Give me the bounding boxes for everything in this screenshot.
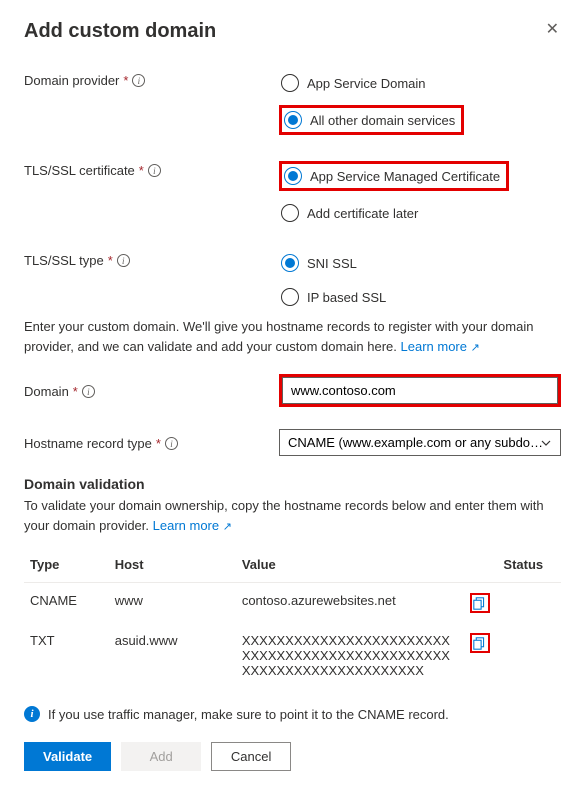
th-status: Status	[497, 547, 561, 583]
hostname-record-type-label: Hostname record type* i	[24, 434, 279, 451]
info-icon[interactable]: i	[165, 437, 178, 450]
copy-icon	[473, 637, 486, 650]
info-icon[interactable]: i	[82, 385, 95, 398]
info-note: If you use traffic manager, make sure to…	[48, 707, 449, 722]
radio-unchecked-icon	[281, 74, 299, 92]
radio-ip-ssl[interactable]: IP based SSL	[279, 285, 392, 309]
table-row: TXT asuid.www XXXXXXXXXXXXXXXXXXXXXXXXXX…	[24, 623, 561, 688]
domain-label: Domain* i	[24, 382, 279, 399]
domain-provider-label: Domain provider* i	[24, 71, 279, 88]
radio-other-domain-services[interactable]: All other domain services	[279, 105, 464, 135]
learn-more-link[interactable]: Learn more ↗	[401, 339, 480, 354]
radio-unchecked-icon	[281, 288, 299, 306]
close-button[interactable]: ✕	[544, 20, 561, 40]
radio-checked-icon	[281, 254, 299, 272]
radio-unchecked-icon	[281, 204, 299, 222]
validation-description: To validate your domain ownership, copy …	[24, 496, 561, 535]
external-link-icon: ↗	[471, 342, 480, 354]
cancel-button[interactable]: Cancel	[211, 742, 291, 771]
add-button: Add	[121, 742, 201, 771]
learn-more-link[interactable]: Learn more ↗	[153, 518, 232, 533]
radio-managed-cert[interactable]: App Service Managed Certificate	[279, 161, 509, 191]
info-icon[interactable]: i	[148, 164, 161, 177]
th-host: Host	[109, 547, 236, 583]
copy-button[interactable]	[470, 633, 490, 653]
validate-button[interactable]: Validate	[24, 742, 111, 771]
domain-input[interactable]	[282, 377, 558, 404]
page-title: Add custom domain	[24, 20, 216, 43]
radio-app-service-domain[interactable]: App Service Domain	[279, 71, 432, 95]
hostname-records-table: Type Host Value Status CNAME www contoso…	[24, 547, 561, 688]
domain-validation-heading: Domain validation	[24, 476, 561, 492]
radio-sni-ssl[interactable]: SNI SSL	[279, 251, 363, 275]
hostname-record-type-select[interactable]: CNAME (www.example.com or any subdo…	[279, 429, 561, 456]
table-row: CNAME www contoso.azurewebsites.net	[24, 583, 561, 624]
radio-checked-icon	[284, 111, 302, 129]
info-icon[interactable]: i	[117, 254, 130, 267]
radio-cert-later[interactable]: Add certificate later	[279, 201, 424, 225]
info-icon: i	[24, 706, 40, 722]
th-value: Value	[236, 547, 464, 583]
copy-icon	[473, 597, 486, 610]
tls-cert-label: TLS/SSL certificate* i	[24, 161, 279, 178]
copy-button[interactable]	[470, 593, 490, 613]
domain-description: Enter your custom domain. We'll give you…	[24, 317, 561, 356]
external-link-icon: ↗	[223, 521, 232, 533]
info-icon[interactable]: i	[132, 74, 145, 87]
th-type: Type	[24, 547, 109, 583]
radio-checked-icon	[284, 167, 302, 185]
tls-type-label: TLS/SSL type* i	[24, 251, 279, 268]
